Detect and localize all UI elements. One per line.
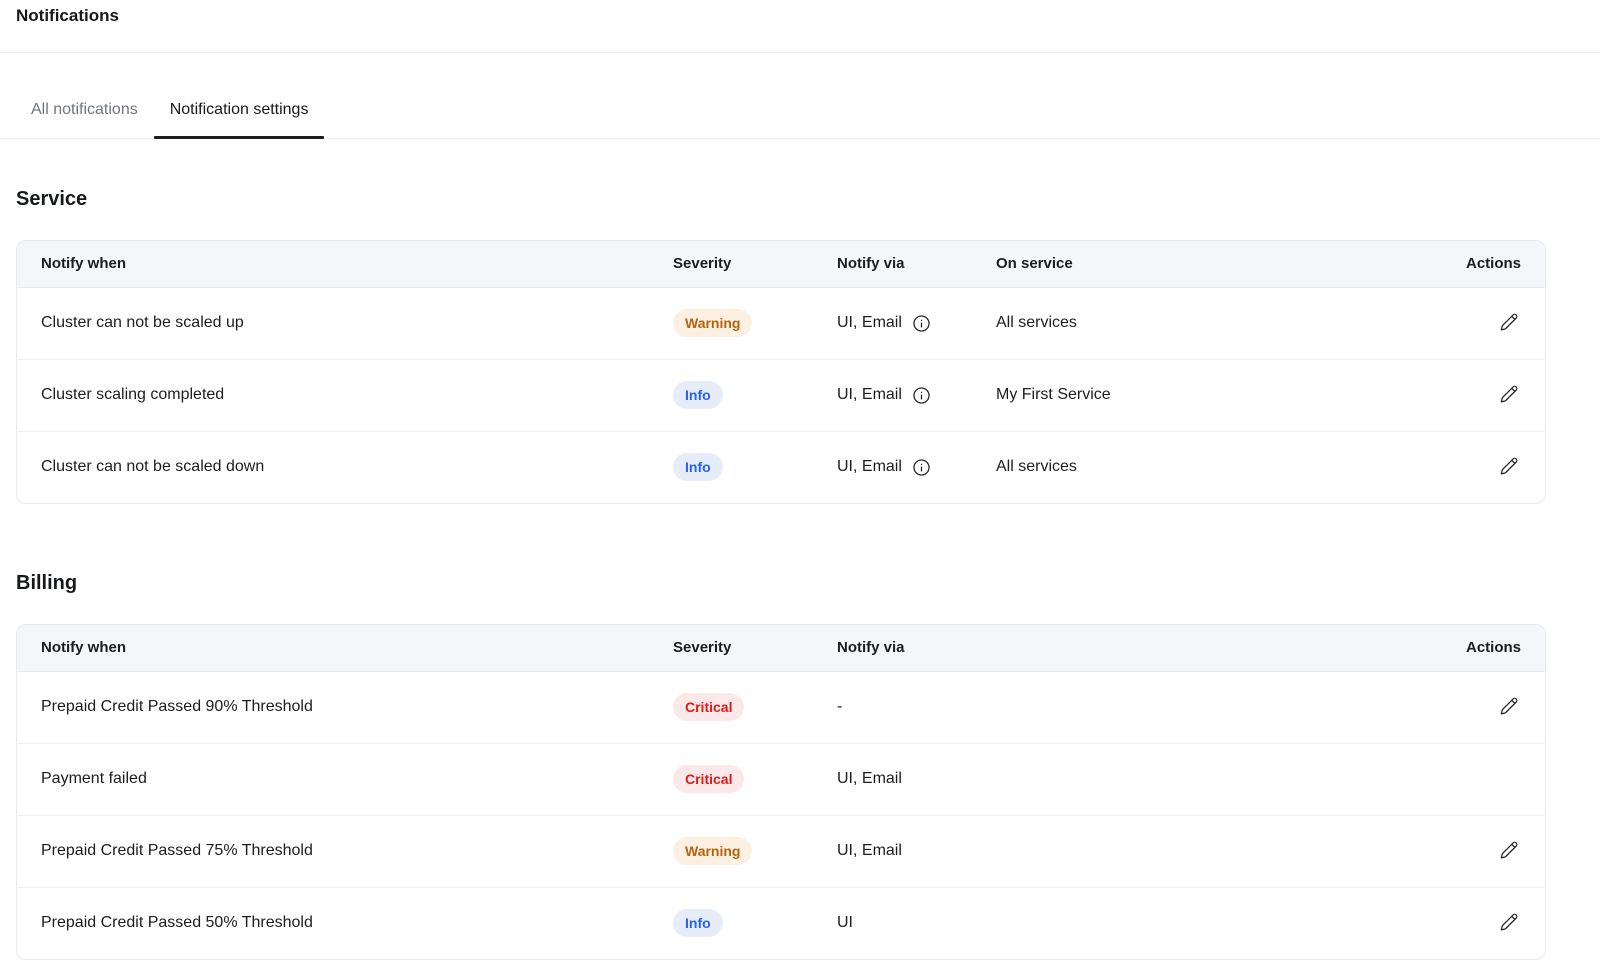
severity-badge: Warning <box>673 837 752 865</box>
tab-all-notifications[interactable]: All notifications <box>15 100 154 138</box>
notify-when-cell: Prepaid Credit Passed 90% Threshold <box>17 671 673 743</box>
severity-badge: Info <box>673 909 723 937</box>
severity-badge: Critical <box>673 693 744 721</box>
table-header-row: Notify when Severity Notify via Actions <box>17 625 1546 671</box>
severity-badge: Critical <box>673 765 744 793</box>
service-table: Notify when Severity Notify via On servi… <box>16 240 1546 504</box>
info-icon[interactable] <box>912 458 931 477</box>
column-header-severity: Severity <box>673 241 837 287</box>
page-title: Notifications <box>16 6 1584 26</box>
pencil-icon <box>1499 312 1519 332</box>
notify-when-cell: Cluster can not be scaled up <box>17 287 673 359</box>
table-row: Cluster can not be scaled down Info UI, … <box>17 431 1546 503</box>
table-row: Prepaid Credit Passed 50% Threshold Info… <box>17 887 1546 959</box>
notify-via-text: UI, Email <box>837 314 902 332</box>
notify-when-cell: Prepaid Credit Passed 75% Threshold <box>17 815 673 887</box>
notify-when-cell: Cluster can not be scaled down <box>17 431 673 503</box>
table-row: Cluster can not be scaled up Warning UI,… <box>17 287 1546 359</box>
notify-when-cell: Cluster scaling completed <box>17 359 673 431</box>
column-header-actions: Actions <box>1302 625 1546 671</box>
severity-badge: Warning <box>673 309 752 337</box>
table-row: Cluster scaling completed Info UI, Email… <box>17 359 1546 431</box>
edit-button[interactable] <box>1497 310 1521 334</box>
notify-via-text: UI, Email <box>837 458 902 476</box>
info-icon[interactable] <box>912 314 931 333</box>
notify-via-text: UI, Email <box>837 386 902 404</box>
column-header-on-service: On service <box>996 241 1302 287</box>
section-billing: Billing Notify when Severity Notify via … <box>16 572 1584 960</box>
severity-badge: Info <box>673 381 723 409</box>
table-row: Payment failed Critical UI, Email <box>17 743 1546 815</box>
billing-table: Notify when Severity Notify via Actions … <box>16 624 1546 960</box>
edit-button[interactable] <box>1497 382 1521 406</box>
edit-button[interactable] <box>1497 910 1521 934</box>
column-header-notify-via: Notify via <box>837 625 1302 671</box>
edit-button[interactable] <box>1497 694 1521 718</box>
notify-via-text: UI, Email <box>837 842 902 859</box>
section-title-service: Service <box>16 188 1584 211</box>
column-header-notify-when: Notify when <box>17 241 673 287</box>
pencil-icon <box>1499 696 1519 716</box>
notify-via-text: UI, Email <box>837 770 902 787</box>
section-title-billing: Billing <box>16 572 1584 595</box>
table-row: Prepaid Credit Passed 90% Threshold Crit… <box>17 671 1546 743</box>
on-service-cell: All services <box>996 431 1302 503</box>
column-header-severity: Severity <box>673 625 837 671</box>
notify-when-cell: Payment failed <box>17 743 673 815</box>
edit-button[interactable] <box>1497 838 1521 862</box>
tab-notification-settings[interactable]: Notification settings <box>154 100 325 138</box>
pencil-icon <box>1499 456 1519 476</box>
on-service-cell: My First Service <box>996 359 1302 431</box>
tab-bar: All notifications Notification settings <box>0 53 1600 139</box>
edit-button[interactable] <box>1497 454 1521 478</box>
info-icon[interactable] <box>912 386 931 405</box>
column-header-notify-via: Notify via <box>837 241 996 287</box>
pencil-icon <box>1499 840 1519 860</box>
severity-badge: Info <box>673 453 723 481</box>
notify-when-cell: Prepaid Credit Passed 50% Threshold <box>17 887 673 959</box>
column-header-notify-when: Notify when <box>17 625 673 671</box>
pencil-icon <box>1499 384 1519 404</box>
notify-via-text: UI <box>837 914 853 931</box>
notify-via-text: - <box>837 698 842 715</box>
page-header: Notifications <box>0 0 1600 53</box>
table-header-row: Notify when Severity Notify via On servi… <box>17 241 1546 287</box>
table-row: Prepaid Credit Passed 75% Threshold Warn… <box>17 815 1546 887</box>
main-content: Service Notify when Severity Notify via … <box>0 188 1600 960</box>
on-service-cell: All services <box>996 287 1302 359</box>
column-header-actions: Actions <box>1302 241 1546 287</box>
section-service: Service Notify when Severity Notify via … <box>16 188 1584 504</box>
pencil-icon <box>1499 912 1519 932</box>
